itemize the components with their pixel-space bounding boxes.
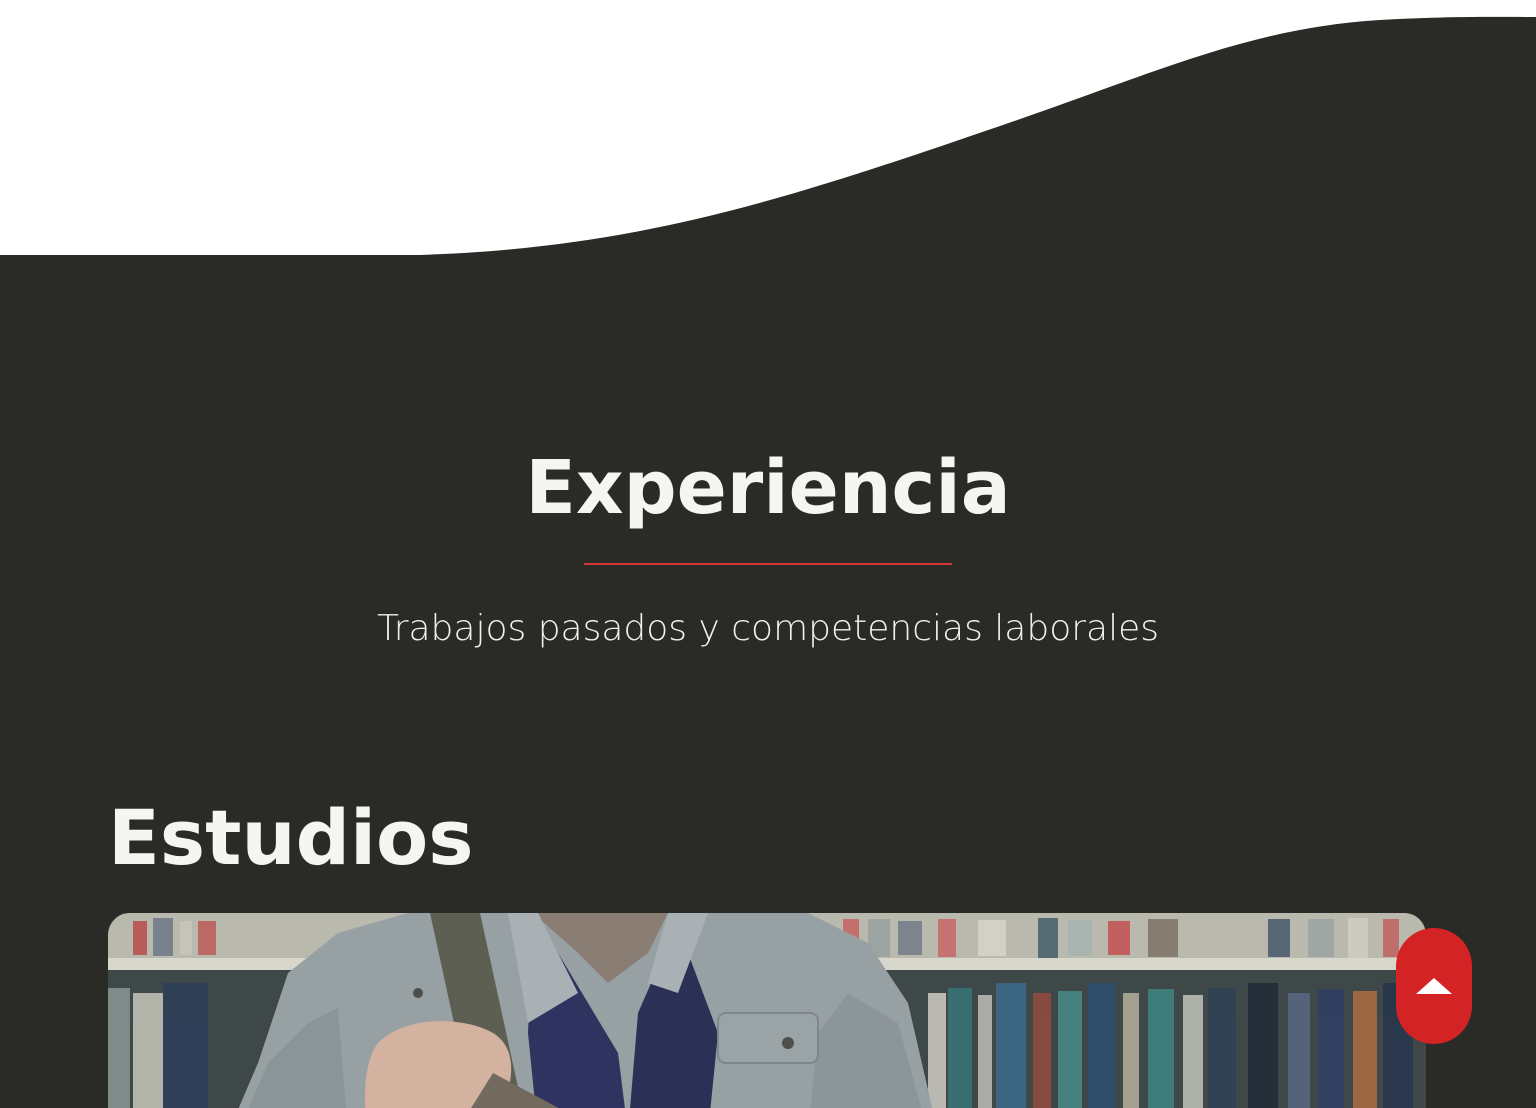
section-heading: Experiencia <box>525 445 1011 531</box>
heading-divider <box>584 563 952 565</box>
student-library-photo <box>108 913 1426 1108</box>
page: Experiencia Trabajos pasados y competenc… <box>0 0 1536 1108</box>
arrow-up-icon <box>1416 978 1452 994</box>
scroll-to-top-button[interactable] <box>1396 928 1472 1044</box>
studies-card[interactable] <box>108 913 1426 1108</box>
wave-divider <box>0 16 1536 260</box>
section-subtitle: Trabajos pasados y competencias laborale… <box>377 608 1159 649</box>
studies-heading: Estudios <box>108 793 474 882</box>
